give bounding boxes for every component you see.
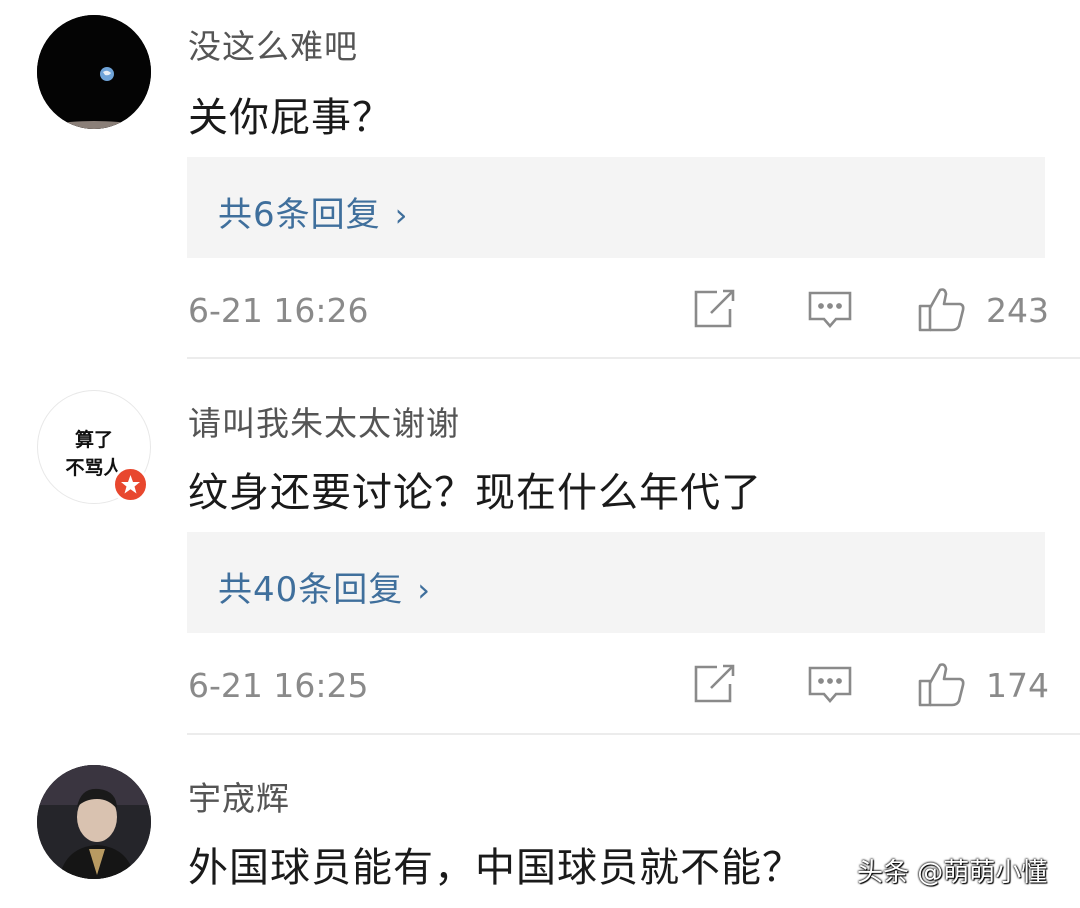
chevron-right-icon: › [394,196,409,234]
like-count: 174 [986,666,1049,705]
comment-username[interactable]: 请叫我朱太太谢谢 [188,397,460,445]
like-count: 243 [986,291,1049,330]
verified-star-badge [112,466,149,503]
comment-divider [187,357,1080,359]
replies-count-label: 共40条回复 [218,570,404,610]
comment-username[interactable]: 宇宬辉 [188,772,290,820]
comment-content: 纹身还要讨论？现在什么年代了 [188,470,762,516]
user-avatar[interactable] [37,765,151,879]
share-icon[interactable] [693,664,737,708]
comment-timestamp: 6-21 16:26 [188,291,369,330]
portrait-avatar-image [37,765,151,879]
comment-icon[interactable] [808,665,852,709]
comment-content: 外国球员能有，中国球员就不能？ [188,845,803,891]
replies-label-row: 共40条回复 › [218,562,431,611]
comment-content: 关你屁事？ [188,95,393,141]
chevron-right-icon: › [417,571,432,609]
user-avatar[interactable] [37,15,151,129]
comment-timestamp: 6-21 16:25 [188,666,369,705]
watermark: 头条 @萌萌小懂 [857,858,1048,888]
comment-divider [187,733,1080,735]
share-icon[interactable] [693,289,737,333]
replies-count-label: 共6条回复 [218,195,381,235]
comment-icon[interactable] [808,290,852,334]
earth-avatar-image [37,15,151,129]
view-replies-button[interactable]: 共6条回复 › [187,157,1045,258]
thumbs-up-icon[interactable] [918,661,966,711]
replies-label-row: 共6条回复 › [218,187,408,236]
view-replies-button[interactable]: 共40条回复 › [187,532,1045,633]
avatar-text-line: 算了 [74,429,113,451]
comment-username[interactable]: 没这么难吧 [188,20,358,68]
thumbs-up-icon[interactable] [918,286,966,336]
